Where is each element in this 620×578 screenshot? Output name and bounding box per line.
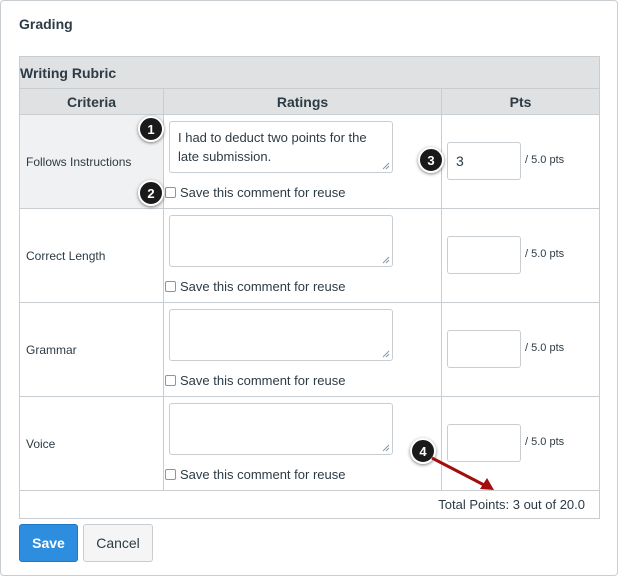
save-comment-option[interactable]: Save this comment for reuse: [164, 185, 345, 200]
callout-arrow-icon: [431, 456, 494, 490]
comment-text: I had to deduct two points for the late …: [178, 130, 367, 164]
save-comment-checkbox[interactable]: [165, 375, 176, 386]
points-possible: / 5.0 pts: [525, 154, 565, 166]
rubric-table: Writing Rubric Criteria Ratings Pts Foll…: [18, 56, 601, 519]
save-comment-label: Save this comment for reuse: [180, 279, 346, 294]
comment-textarea[interactable]: [169, 215, 393, 267]
ratings-header: Ratings: [163, 88, 442, 115]
save-comment-option[interactable]: Save this comment for reuse: [164, 467, 345, 482]
criterion-label: Correct Length: [19, 208, 164, 303]
pts-header: Pts: [440, 88, 601, 115]
points-possible: / 5.0 pts: [525, 342, 565, 354]
rubric-title: Writing Rubric: [18, 56, 601, 89]
cancel-button[interactable]: Cancel: [83, 524, 153, 562]
save-comment-checkbox[interactable]: [165, 469, 176, 480]
criterion-label: Grammar: [19, 302, 164, 397]
save-comment-label: Save this comment for reuse: [180, 373, 346, 388]
resize-handle-icon[interactable]: [382, 162, 390, 170]
rubric-row: Follows Instructions I had to deduct two…: [19, 114, 601, 209]
save-button[interactable]: Save: [19, 524, 78, 562]
total-points: Total Points: 3 out of 20.0: [18, 490, 601, 519]
page-title: Grading: [19, 16, 73, 32]
save-comment-checkbox[interactable]: [165, 281, 176, 292]
rubric-row: Correct Length Save this comment for reu…: [19, 208, 601, 303]
callout-badge: 2: [138, 180, 164, 206]
save-comment-option[interactable]: Save this comment for reuse: [164, 373, 345, 388]
rubric-row: Grammar Save this comment for reuse / 5.…: [19, 302, 601, 397]
save-comment-label: Save this comment for reuse: [180, 185, 346, 200]
comment-textarea[interactable]: [169, 309, 393, 361]
criteria-header: Criteria: [19, 88, 164, 115]
save-comment-option[interactable]: Save this comment for reuse: [164, 279, 345, 294]
resize-handle-icon[interactable]: [382, 256, 390, 264]
points-input[interactable]: [447, 236, 521, 274]
resize-handle-icon[interactable]: [382, 350, 390, 358]
comment-textarea[interactable]: [169, 403, 393, 455]
save-comment-label: Save this comment for reuse: [180, 467, 346, 482]
criterion-label: Voice: [19, 396, 164, 491]
points-input[interactable]: [447, 330, 521, 368]
resize-handle-icon[interactable]: [382, 444, 390, 452]
points-input[interactable]: 3: [447, 142, 521, 180]
comment-textarea[interactable]: I had to deduct two points for the late …: [169, 121, 393, 173]
rubric-row: Voice Save this comment for reuse / 5.0 …: [19, 396, 601, 491]
callout-badge: 3: [418, 147, 444, 173]
save-comment-checkbox[interactable]: [165, 187, 176, 198]
callout-badge: 1: [138, 116, 164, 142]
points-possible: / 5.0 pts: [525, 248, 565, 260]
points-possible: / 5.0 pts: [525, 436, 565, 448]
